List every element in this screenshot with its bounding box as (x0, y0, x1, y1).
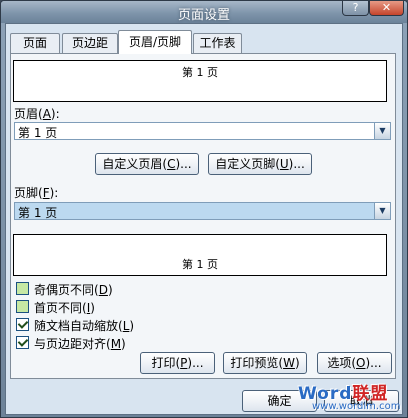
first-page-label[interactable]: 首页不同(I) (34, 299, 95, 316)
page-setup-dialog: 页面设置 ? ✕ 页面 页边距 页眉/页脚 工作表 第 1 页 页眉(A): 第… (0, 0, 408, 418)
header-preview-text: 第 1 页 (182, 66, 218, 79)
header-select-value: 第 1 页 (18, 126, 58, 140)
custom-header-button[interactable]: 自定义页眉(C)... (95, 153, 199, 175)
title-bar[interactable]: 页面设置 ? ✕ (1, 1, 407, 23)
odd-even-label[interactable]: 奇偶页不同(D) (34, 281, 113, 298)
ok-button-label: 确定 (267, 394, 292, 408)
help-button[interactable]: ? (342, 1, 369, 16)
footer-preview: 第 1 页 (13, 234, 387, 276)
close-icon: ✕ (381, 1, 392, 14)
footer-preview-text: 第 1 页 (182, 258, 218, 271)
help-icon: ? (352, 1, 359, 14)
chevron-down-icon[interactable]: ▼ (374, 123, 390, 139)
align-margins-checkbox[interactable] (16, 336, 29, 349)
watermark-url: www.wordlm.com (312, 401, 401, 412)
odd-even-checkbox[interactable] (16, 282, 29, 295)
first-page-checkbox[interactable] (16, 300, 29, 313)
footer-select[interactable]: 第 1 页 ▼ (14, 202, 391, 220)
align-margins-label[interactable]: 与页边距对齐(M) (34, 335, 126, 352)
footer-label: 页脚(F): (14, 186, 59, 200)
tab-sheet[interactable]: 工作表 (193, 33, 242, 53)
scale-with-document-label[interactable]: 随文档自动缩放(L) (34, 317, 134, 334)
scale-with-document-checkbox[interactable] (16, 318, 29, 331)
tab-label: 页面 (22, 36, 47, 50)
options-button[interactable]: 选项(O)... (317, 352, 392, 374)
header-select[interactable]: 第 1 页 ▼ (14, 122, 391, 140)
custom-footer-button[interactable]: 自定义页脚(U)... (208, 153, 312, 175)
header-label: 页眉(A): (14, 107, 60, 121)
header-preview: 第 1 页 (13, 60, 387, 102)
tab-label: 页边距 (71, 36, 108, 50)
print-button[interactable]: 打印(P)... (140, 352, 215, 374)
tab-label: 工作表 (199, 36, 236, 50)
close-button[interactable]: ✕ (369, 1, 404, 16)
print-preview-button[interactable]: 打印预览(W) (223, 352, 307, 374)
tab-margins[interactable]: 页边距 (62, 33, 118, 53)
chevron-down-icon[interactable]: ▼ (374, 203, 390, 219)
tab-label: 页眉/页脚 (128, 35, 182, 49)
watermark-logo: Word联盟 www.wordlm.com (298, 379, 408, 417)
footer-select-value: 第 1 页 (18, 206, 58, 220)
tab-header-footer[interactable]: 页眉/页脚 (118, 30, 192, 54)
tab-page[interactable]: 页面 (10, 33, 60, 53)
